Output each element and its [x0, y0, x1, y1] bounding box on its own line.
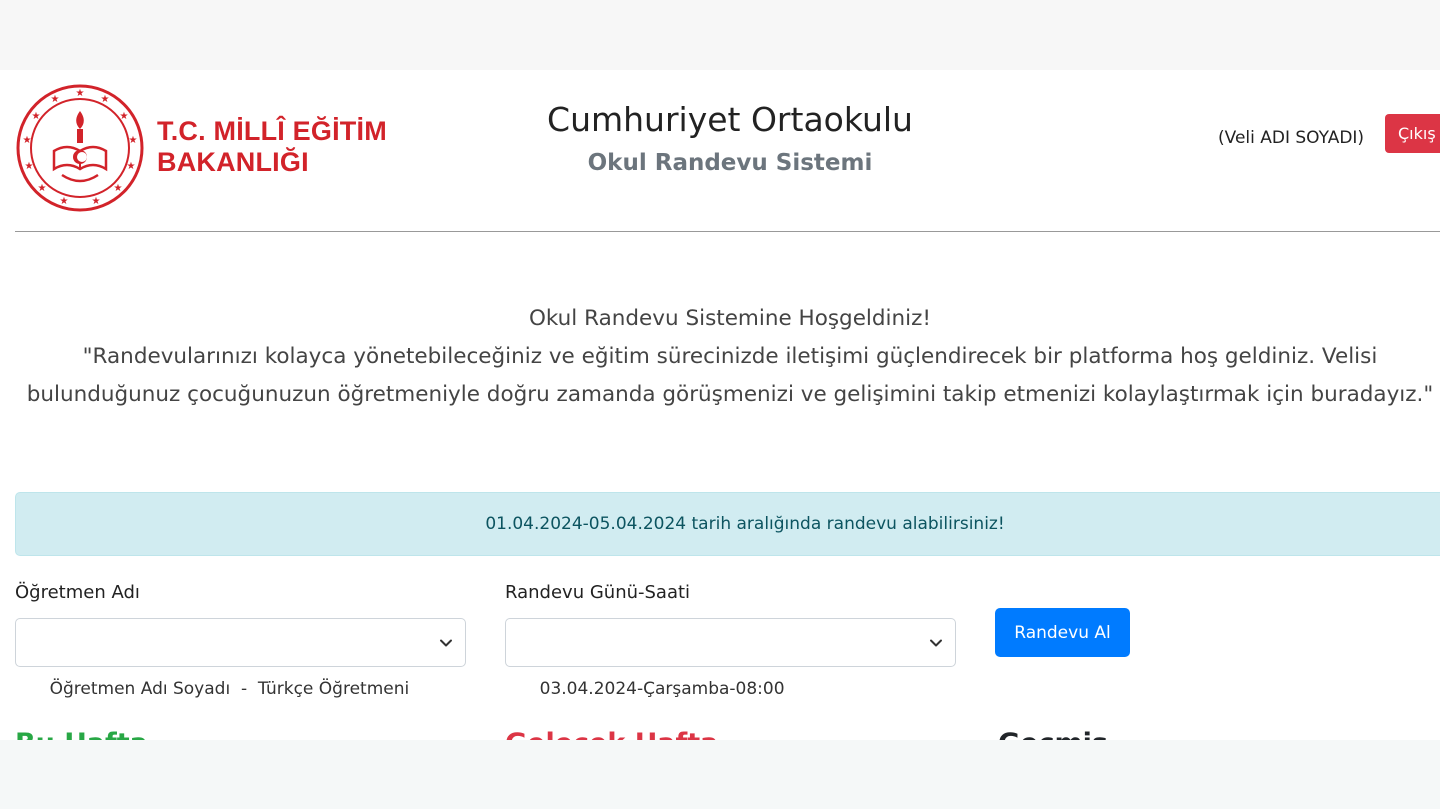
system-name: Okul Randevu Sistemi [587, 150, 873, 176]
header-divider [15, 231, 1440, 232]
svg-text:★: ★ [114, 183, 123, 194]
welcome-title: Okul Randevu Sistemine Hoşgeldiniz! [528, 306, 932, 331]
svg-text:★: ★ [60, 196, 69, 207]
svg-text:★: ★ [76, 88, 85, 99]
svg-text:★: ★ [38, 183, 47, 194]
datetime-select[interactable]: 03.04.2024-Çarşamba-08:00 [505, 618, 956, 699]
teacher-select[interactable]: Öğretmen Adı Soyadı - Türkçe Öğretmeni [15, 618, 466, 699]
chevron-down-icon [930, 639, 942, 647]
datetime-select-value: 03.04.2024-Çarşamba-08:00 [539, 679, 785, 699]
welcome-line-2: bulunduğunuz çocuğunuzun öğretmeniyle do… [26, 382, 1434, 407]
date-range-alert: 01.04.2024-05.04.2024 tarih aralığında r… [15, 492, 1440, 556]
page: ★ ★ ★ ★ ★ ★ ★ ★ ★ ★ ★ ★ ★ T.C. MİLLÎ EĞİ… [0, 70, 1440, 740]
section-past: Geçmiş [998, 728, 1108, 740]
svg-text:★: ★ [92, 196, 101, 207]
teacher-select-value: Öğretmen Adı Soyadı - Türkçe Öğretmeni [49, 679, 410, 699]
welcome-line-1: "Randevularınızı kolayca yönetebileceğin… [82, 344, 1378, 369]
section-this-week: Bu Hafta [15, 728, 148, 740]
welcome-message: Okul Randevu Sistemine Hoşgeldiniz! "Ran… [0, 300, 1440, 414]
book-appointment-button[interactable]: Randevu Al [995, 608, 1130, 657]
bottom-band [0, 740, 1440, 809]
header: ★ ★ ★ ★ ★ ★ ★ ★ ★ ★ ★ ★ ★ T.C. MİLLÎ EĞİ… [0, 70, 1440, 232]
chevron-down-icon [440, 639, 452, 647]
section-next-week: Gelecek Hafta [505, 728, 718, 740]
datetime-label: Randevu Günü-Saati [505, 582, 691, 603]
logout-button[interactable]: Çıkış [1385, 114, 1440, 153]
teacher-label: Öğretmen Adı [15, 582, 140, 603]
user-name: (Veli ADI SOYADI) [1218, 128, 1365, 148]
